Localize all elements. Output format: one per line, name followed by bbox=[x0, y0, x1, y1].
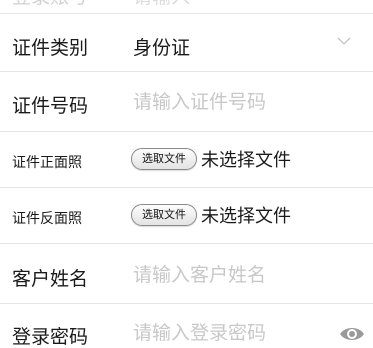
customer-name-input[interactable] bbox=[133, 264, 323, 286]
clipped-row: 登录账号 请输入 bbox=[0, 0, 373, 14]
chevron-down-icon[interactable] bbox=[337, 36, 351, 46]
login-password-input[interactable] bbox=[133, 322, 323, 344]
id-number-input[interactable] bbox=[133, 91, 323, 113]
id-type-select[interactable]: 证件类别 身份证 bbox=[0, 14, 373, 72]
id-back-choose-file-button[interactable]: 选取文件 bbox=[131, 204, 197, 226]
clipped-row-label: 登录账号 bbox=[12, 0, 88, 9]
customer-name-label: 客户姓名 bbox=[12, 268, 89, 290]
id-type-label: 证件类别 bbox=[12, 37, 89, 59]
id-back-row: 证件反面照 选取文件 未选择文件 bbox=[0, 188, 373, 244]
id-number-label: 证件号码 bbox=[12, 95, 89, 117]
id-front-row: 证件正面照 选取文件 未选择文件 bbox=[0, 132, 373, 188]
eye-icon[interactable] bbox=[339, 324, 365, 344]
customer-name-row: 客户姓名 bbox=[0, 244, 373, 304]
clipped-row-value: 请输入 bbox=[133, 0, 190, 9]
id-front-file-input[interactable]: 选取文件 未选择文件 bbox=[131, 146, 291, 172]
login-password-label: 登录密码 bbox=[12, 326, 89, 348]
id-number-row: 证件号码 bbox=[0, 72, 373, 132]
id-type-value[interactable]: 身份证 bbox=[133, 33, 190, 60]
id-front-label: 证件正面照 bbox=[12, 155, 82, 171]
id-back-label: 证件反面照 bbox=[12, 211, 82, 227]
id-back-file-input[interactable]: 选取文件 未选择文件 bbox=[131, 202, 291, 228]
login-password-row: 登录密码 bbox=[0, 304, 373, 348]
id-back-file-status: 未选择文件 bbox=[201, 206, 291, 227]
id-front-file-status: 未选择文件 bbox=[201, 150, 291, 171]
id-front-choose-file-button[interactable]: 选取文件 bbox=[131, 148, 197, 170]
registration-form: 登录账号 请输入 证件类别 身份证 证件号码 证件正面照 选取文件未选择文件 证… bbox=[0, 0, 373, 348]
